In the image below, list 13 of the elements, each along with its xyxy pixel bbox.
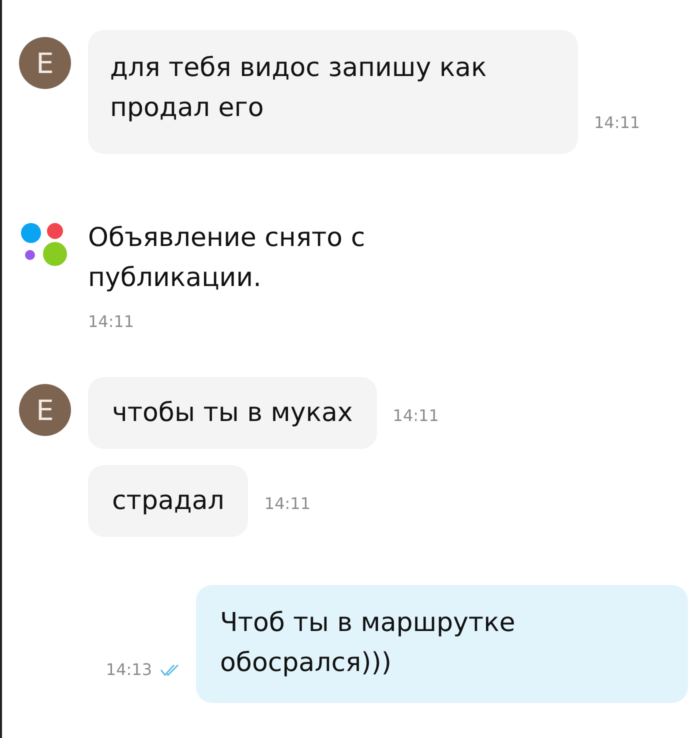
message-time: 14:11 (594, 113, 640, 134)
message-time: 14:11 (88, 312, 136, 331)
avatar[interactable]: E (19, 37, 71, 89)
message-time: 14:11 (264, 494, 311, 515)
logo-icon (20, 222, 70, 266)
message-bubble: чтобы ты в муках (88, 377, 377, 449)
message-time: 14:13 (106, 660, 152, 679)
system-message: Объявление снято с публикации. (88, 222, 366, 295)
avatar[interactable]: E (19, 384, 71, 436)
message-bubble: страдал (88, 465, 248, 537)
message-bubble: для тебя видос запишу как продал его (88, 30, 578, 154)
message-time: 14:11 (392, 406, 439, 427)
message-bubble: Чтоб ты в маршрутке обосрался))) (196, 585, 688, 703)
